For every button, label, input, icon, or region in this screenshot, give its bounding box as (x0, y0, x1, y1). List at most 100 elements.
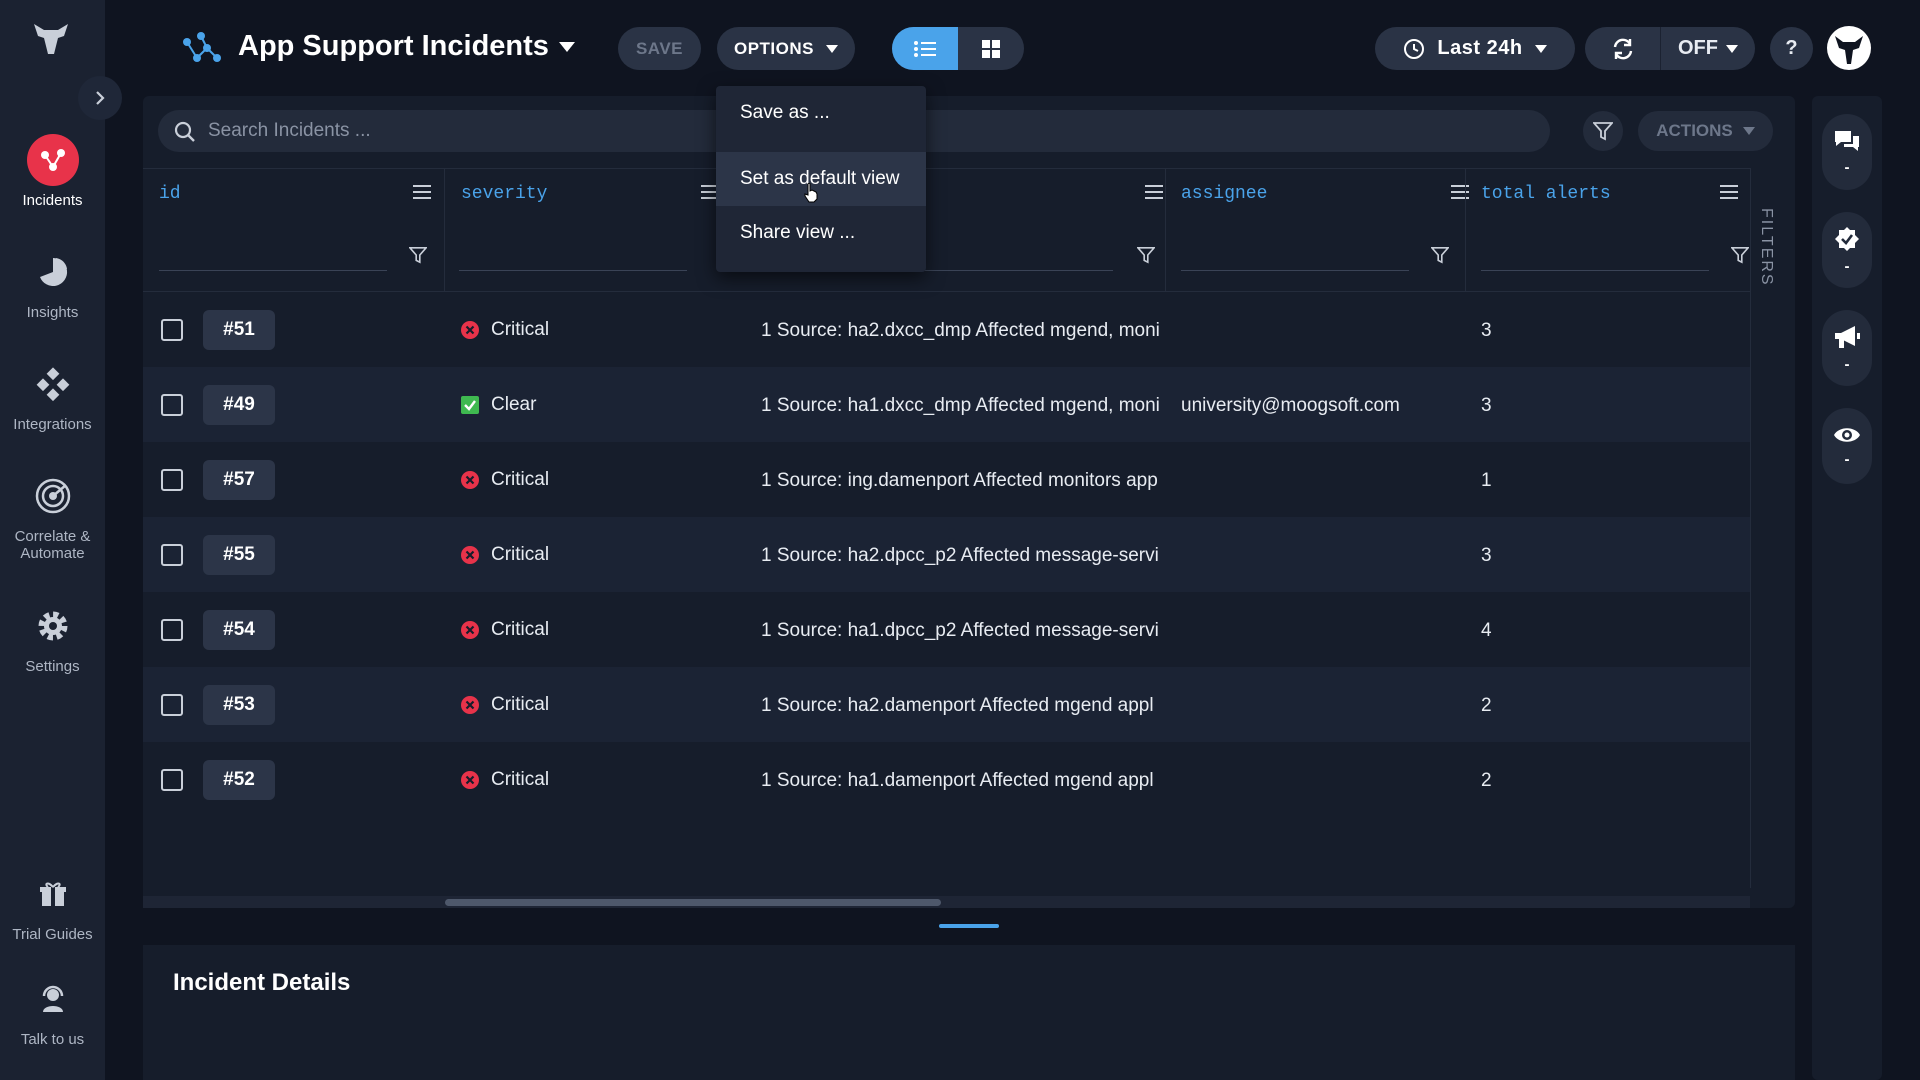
time-range-button[interactable]: Last 24h (1375, 27, 1575, 70)
severity-label: Critical (491, 619, 550, 640)
rail-chat-button[interactable]: - (1822, 114, 1872, 190)
row-checkbox[interactable] (161, 619, 183, 641)
nav-item-settings[interactable]: Settings (0, 600, 105, 675)
column-header-total-alerts[interactable]: total alerts (1481, 169, 1750, 219)
row-checkbox[interactable] (161, 694, 183, 716)
refresh-button[interactable] (1585, 27, 1661, 70)
nav-label: Trial Guides (12, 926, 93, 943)
incident-details-panel: Incident Details (143, 945, 1795, 1080)
total-alerts-cell: 3 (1481, 320, 1492, 341)
filters-sidebar-toggle[interactable]: FILTERS (1750, 168, 1795, 888)
incident-id-chip[interactable]: #51 (203, 310, 275, 350)
severity-cell: Critical (461, 319, 549, 341)
column-label: severity (461, 184, 548, 204)
nav-item-trial-guides[interactable]: Trial Guides (0, 868, 105, 943)
incident-id-chip[interactable]: #54 (203, 610, 275, 650)
menu-item-share-view[interactable]: Share view ... (716, 206, 926, 260)
rail-announce-button[interactable]: - (1822, 310, 1872, 386)
column-filter-severity[interactable] (443, 218, 743, 292)
column-filter-id[interactable] (143, 218, 443, 292)
assignee-cell: university@moogsoft.com (1181, 395, 1400, 416)
column-menu-icon[interactable] (1720, 184, 1738, 200)
incidents-panel: ACTIONS id severity assignee total alert… (143, 96, 1795, 908)
pie-chart-icon (27, 246, 79, 298)
incident-id-chip[interactable]: #53 (203, 685, 275, 725)
save-button[interactable]: SAVE (618, 27, 701, 70)
filter-button[interactable] (1583, 111, 1623, 151)
column-header-id[interactable]: id (159, 169, 443, 219)
caret-down-icon (1742, 127, 1755, 135)
incident-id: #53 (223, 694, 255, 715)
nav-label-line2: Automate (20, 545, 85, 562)
total-alerts-cell: 2 (1481, 695, 1492, 716)
description-cell: 1 Source: ha1.dpcc_p2 Affected message-s… (761, 620, 1159, 641)
rail-watch-button[interactable]: - (1822, 408, 1872, 484)
severity-label: Clear (491, 394, 537, 415)
menu-item-save-as[interactable]: Save as ... (716, 86, 926, 140)
menu-item-label: Set as default view (740, 168, 900, 189)
table-row[interactable]: #52 Critical 1 Source: ha1.damenport Aff… (143, 742, 1750, 817)
table-header-row: id severity assignee total alerts (143, 168, 1750, 218)
nav-item-insights[interactable]: Insights (0, 246, 105, 321)
total-alerts-cell: 1 (1481, 470, 1492, 491)
column-menu-icon[interactable] (413, 184, 431, 200)
view-title-dropdown[interactable]: App Support Incidents (238, 30, 575, 63)
column-menu-icon[interactable] (1451, 184, 1469, 200)
filter-icon (1593, 122, 1613, 141)
table-row[interactable]: #49 Clear 1 Source: ha1.dxcc_dmp Affecte… (143, 367, 1750, 442)
incident-details-title: Incident Details (173, 969, 351, 996)
incident-id-chip[interactable]: #55 (203, 535, 275, 575)
rail-resolve-button[interactable]: - (1822, 212, 1872, 288)
column-header-assignee[interactable]: assignee (1181, 169, 1481, 219)
panel-resize-handle[interactable] (939, 924, 999, 928)
column-header-severity[interactable]: severity (461, 169, 731, 219)
moogsoft-logo[interactable] (30, 20, 72, 58)
incident-id-chip[interactable]: #49 (203, 385, 275, 425)
list-view-button[interactable] (892, 27, 958, 70)
options-button[interactable]: OPTIONS (717, 27, 855, 70)
severity-cell: Critical (461, 469, 549, 491)
incidents-table: id severity assignee total alerts #51 Cr… (143, 168, 1750, 817)
horizontal-scrollbar-thumb[interactable] (445, 899, 941, 906)
horizontal-scrollbar-track (143, 896, 1750, 908)
row-checkbox[interactable] (161, 769, 183, 791)
nav-item-incidents[interactable]: Incidents (0, 134, 105, 209)
incident-id-chip[interactable]: #52 (203, 760, 275, 800)
row-checkbox[interactable] (161, 469, 183, 491)
view-mode-toggle (892, 27, 1024, 70)
clear-check-icon (461, 396, 479, 414)
nav-item-correlate-automate[interactable]: Correlate & Automate (0, 470, 105, 562)
table-row[interactable]: #53 Critical 1 Source: ha2.damenport Aff… (143, 667, 1750, 742)
actions-button[interactable]: ACTIONS (1638, 111, 1773, 151)
table-row[interactable]: #57 Critical 1 Source: ing.damenport Aff… (143, 442, 1750, 517)
incident-id: #54 (223, 619, 255, 640)
filter-icon (1731, 246, 1749, 264)
menu-item-set-default-view[interactable]: Set as default view (716, 152, 926, 206)
nav-label: Insights (26, 304, 79, 321)
page-title: App Support Incidents (238, 30, 549, 62)
table-row[interactable]: #54 Critical 1 Source: ha1.dpcc_p2 Affec… (143, 592, 1750, 667)
incident-id-chip[interactable]: #57 (203, 460, 275, 500)
total-alerts-cell: 3 (1481, 395, 1492, 416)
grid-view-button[interactable] (958, 27, 1024, 70)
severity-label: Critical (491, 544, 550, 565)
column-filter-total-alerts[interactable] (1465, 218, 1750, 292)
chat-icon (1835, 130, 1859, 151)
row-checkbox[interactable] (161, 319, 183, 341)
list-icon (914, 40, 936, 57)
table-row[interactable]: #55 Critical 1 Source: ha2.dpcc_p2 Affec… (143, 517, 1750, 592)
description-cell: 1 Source: ha2.damenport Affected mgend a… (761, 695, 1154, 716)
nav-item-talk-to-us[interactable]: Talk to us (0, 973, 105, 1048)
megaphone-icon (1835, 325, 1860, 348)
row-checkbox[interactable] (161, 394, 183, 416)
column-menu-icon[interactable] (1145, 184, 1163, 200)
table-row[interactable]: #51 Critical 1 Source: ha2.dxcc_dmp Affe… (143, 292, 1750, 367)
auto-refresh-dropdown[interactable]: OFF (1661, 27, 1755, 70)
user-avatar[interactable] (1825, 24, 1873, 72)
row-checkbox[interactable] (161, 544, 183, 566)
help-button[interactable]: ? (1770, 27, 1813, 70)
critical-icon (461, 546, 479, 564)
actions-label: ACTIONS (1656, 121, 1733, 140)
column-filter-assignee[interactable] (1165, 218, 1465, 292)
nav-item-integrations[interactable]: Integrations (0, 358, 105, 433)
